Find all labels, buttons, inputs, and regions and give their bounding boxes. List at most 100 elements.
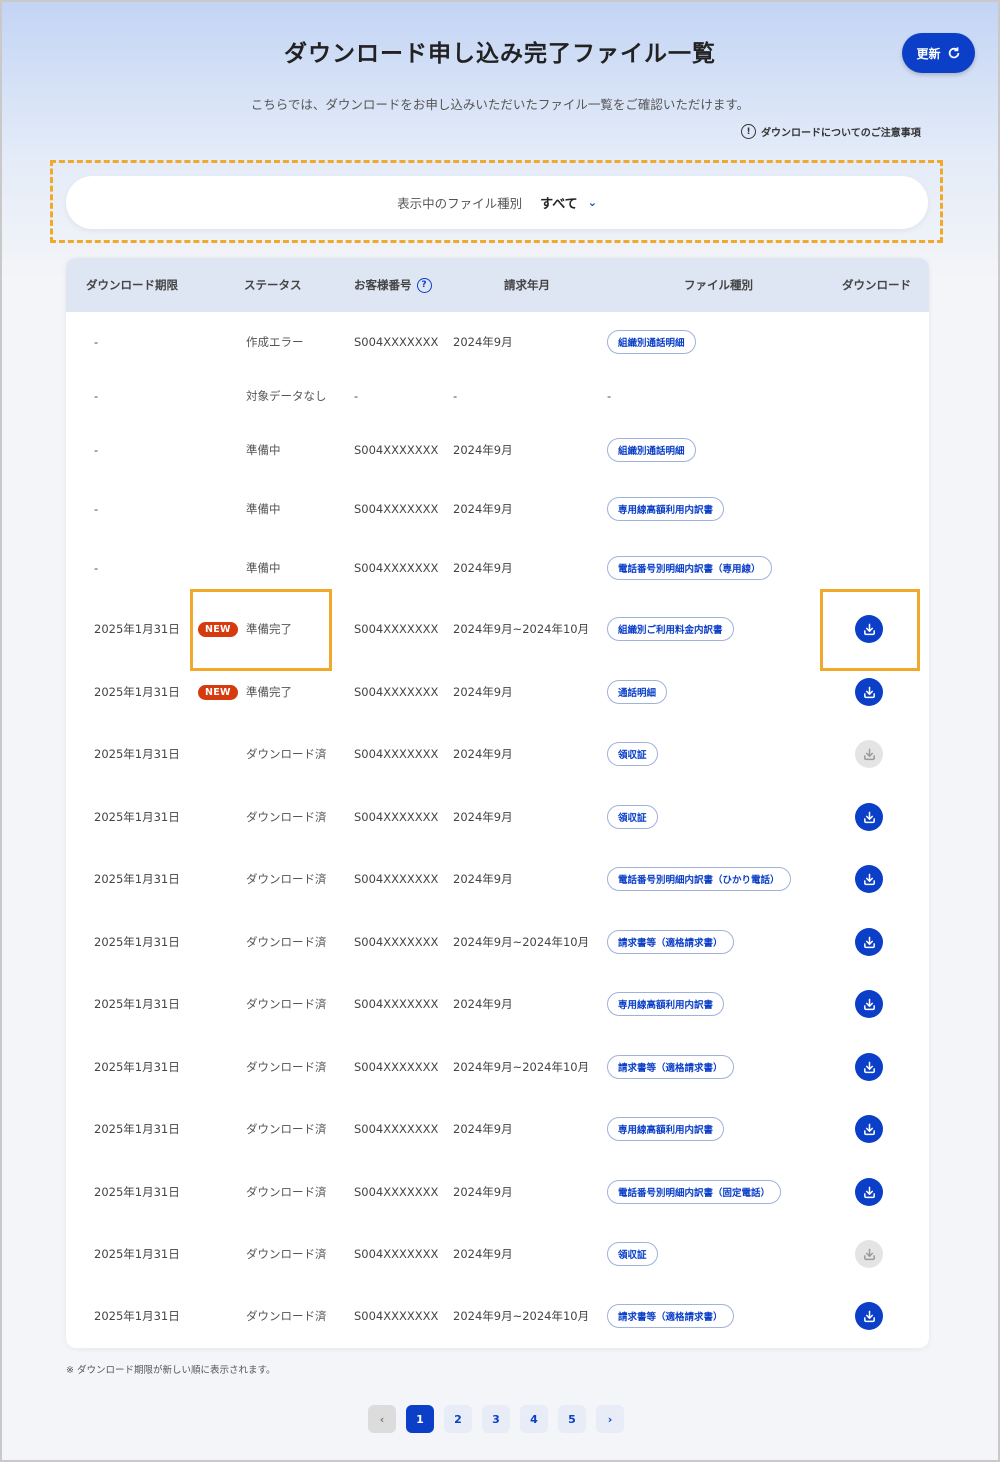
help-icon[interactable]: ? — [416, 277, 432, 293]
deadline-cell: - — [94, 389, 99, 403]
customer-number-cell: S004XXXXXXX — [354, 747, 439, 761]
page-frame: ダウンロード申し込み完了ファイル一覧 更新 こちらでは、ダウンロードをお申し込み… — [0, 0, 1000, 1462]
billing-month-cell: 2024年9月~2024年10月 — [453, 622, 590, 636]
file-type-cell: 電話番号別明細内訳書（ひかり電話） — [607, 859, 791, 899]
col-header-deadline: ダウンロード期限 — [86, 278, 178, 292]
page-button-3[interactable]: 3 — [482, 1405, 510, 1433]
status-cell: 準備中 — [246, 443, 281, 457]
table-row: 2025年1月31日 ダウンロード済 S004XXXXXXX 2024年9月 専用線高額… — [66, 1109, 929, 1149]
file-type-tag: 電話番号別明細内訳書（固定電話） — [607, 1180, 782, 1204]
table-row: 2025年1月31日 ダウンロード済 S004XXXXXXX 2024年9月 領収証 — [66, 1234, 929, 1274]
deadline-cell: 2025年1月31日 — [94, 997, 180, 1011]
file-type-cell: 請求書等（適格請求書） — [607, 1296, 734, 1336]
download-button[interactable] — [855, 990, 883, 1018]
new-badge: NEW — [198, 684, 238, 700]
file-type-cell: 専用線高額利用内訳書 — [607, 489, 725, 529]
download-notice-text: ダウンロードについてのご注意事項 — [761, 128, 921, 139]
status-cell: 対象データなし — [246, 389, 327, 403]
status-cell: ダウンロード済 — [246, 1122, 327, 1136]
billing-month-cell: 2024年9月 — [453, 1247, 513, 1261]
download-button[interactable] — [855, 1302, 883, 1330]
new-badge-cell: NEW — [198, 672, 238, 712]
billing-month-cell: 2024年9月 — [453, 502, 513, 516]
billing-month-cell: 2024年9月 — [453, 685, 513, 699]
customer-number-cell: S004XXXXXXX — [354, 810, 439, 824]
file-type-cell: 組織別通話明細 — [607, 430, 696, 470]
customer-number-cell: S004XXXXXXX — [354, 1060, 439, 1074]
download-button[interactable] — [855, 865, 883, 893]
download-cell — [854, 672, 884, 712]
download-icon — [862, 810, 877, 825]
table-row: 2025年1月31日 ダウンロード済 S004XXXXXXX 2024年9月 領収証 — [66, 734, 929, 774]
deadline-cell: - — [94, 502, 99, 516]
table-row: 2025年1月31日 ダウンロード済 S004XXXXXXX 2024年9月 領収証 — [66, 797, 929, 837]
download-button[interactable] — [855, 1053, 883, 1081]
billing-month-cell: 2024年9月 — [453, 1122, 513, 1136]
filter-label: 表示中のファイル種別 — [397, 196, 523, 211]
file-type-tag: 請求書等（適格請求書） — [607, 930, 734, 954]
file-type-tag: 専用線高額利用内訳書 — [607, 1117, 725, 1141]
download-button[interactable] — [855, 678, 883, 706]
download-cell — [854, 1296, 884, 1336]
table-row: - 準備中 S004XXXXXXX 2024年9月 専用線高額利用内訳書 — [66, 489, 929, 529]
download-button[interactable] — [855, 1115, 883, 1143]
download-button[interactable] — [855, 1178, 883, 1206]
refresh-label: 更新 — [916, 46, 941, 61]
download-icon — [862, 935, 877, 950]
customer-number-cell: S004XXXXXXX — [354, 502, 439, 516]
page-button-1[interactable]: 1 — [406, 1405, 434, 1433]
download-icon — [862, 872, 877, 887]
billing-month-cell: 2024年9月 — [453, 747, 513, 761]
file-type-cell: 領収証 — [607, 797, 658, 837]
billing-month-cell: 2024年9月 — [453, 561, 513, 575]
file-type-cell: 通話明細 — [607, 672, 668, 712]
download-cell — [854, 1109, 884, 1149]
file-type-tag: 専用線高額利用内訳書 — [607, 992, 725, 1016]
file-type-cell: 組織別通話明細 — [607, 322, 696, 362]
status-cell: ダウンロード済 — [246, 1185, 327, 1199]
table-row: 2025年1月31日 ダウンロード済 S004XXXXXXX 2024年9月 電話番号別… — [66, 1172, 929, 1212]
download-notice-link[interactable]: ! ダウンロードについてのご注意事項 — [741, 124, 921, 139]
download-button-downloaded[interactable] — [855, 740, 883, 768]
page-button-5[interactable]: 5 — [558, 1405, 586, 1433]
download-table: ダウンロード期限 ステータス お客様番号 ? 請求年月 ファイル種別 ダウンロー… — [66, 258, 929, 1348]
customer-number-cell: S004XXXXXXX — [354, 935, 439, 949]
table-row: 2025年1月31日 ダウンロード済 S004XXXXXXX 2024年9月~2024… — [66, 1047, 929, 1087]
table-row: - 対象データなし - - - — [66, 376, 929, 416]
info-icon: ! — [741, 124, 756, 139]
download-cell — [854, 1047, 884, 1087]
file-type-cell: 専用線高額利用内訳書 — [607, 1109, 725, 1149]
refresh-icon — [948, 47, 959, 59]
deadline-cell: - — [94, 335, 99, 349]
next-page-button[interactable]: › — [596, 1405, 624, 1433]
download-button[interactable] — [855, 803, 883, 831]
refresh-button[interactable]: 更新 — [902, 33, 975, 73]
page-button-4[interactable]: 4 — [520, 1405, 548, 1433]
status-cell: ダウンロード済 — [246, 747, 327, 761]
table-row: 2025年1月31日 ダウンロード済 S004XXXXXXX 2024年9月~2024… — [66, 922, 929, 962]
download-icon — [862, 997, 877, 1012]
file-type-cell: 請求書等（適格請求書） — [607, 922, 734, 962]
deadline-cell: 2025年1月31日 — [94, 935, 180, 949]
billing-month-cell: 2024年9月 — [453, 997, 513, 1011]
prev-page-button[interactable]: ‹ — [368, 1405, 396, 1433]
file-type-cell: 電話番号別明細内訳書（固定電話） — [607, 1172, 782, 1212]
download-icon — [862, 685, 877, 700]
status-cell: ダウンロード済 — [246, 1247, 327, 1261]
download-cell — [854, 734, 884, 774]
download-cell — [854, 922, 884, 962]
page-title: ダウンロード申し込み完了ファイル一覧 — [284, 41, 716, 67]
page-button-2[interactable]: 2 — [444, 1405, 472, 1433]
file-type-select[interactable]: すべて ⌄ — [540, 193, 597, 212]
table-row: - 作成エラー S004XXXXXXX 2024年9月 組織別通話明細 — [66, 322, 929, 362]
deadline-cell: 2025年1月31日 — [94, 622, 180, 636]
download-icon — [862, 1122, 877, 1137]
file-type-tag: 領収証 — [607, 805, 658, 829]
download-button-downloaded[interactable] — [855, 1240, 883, 1268]
deadline-cell: 2025年1月31日 — [94, 1060, 180, 1074]
col-header-billing-month: 請求年月 — [504, 278, 550, 292]
download-cell — [854, 797, 884, 837]
table-row: 2025年1月31日 ダウンロード済 S004XXXXXXX 2024年9月~2024… — [66, 1296, 929, 1336]
download-button[interactable] — [855, 928, 883, 956]
table-row: - 準備中 S004XXXXXXX 2024年9月 組織別通話明細 — [66, 430, 929, 470]
